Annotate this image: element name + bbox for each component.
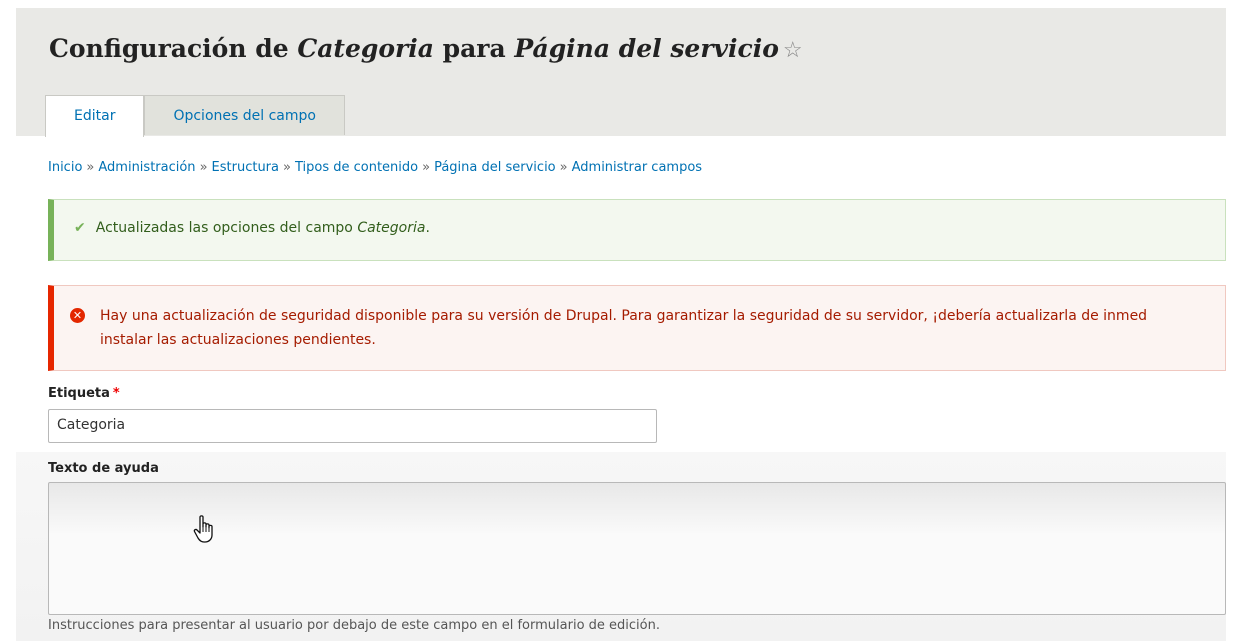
breadcrumb-separator: » [86,160,95,175]
breadcrumb-separator: » [559,160,568,175]
status-message-suffix: . [425,220,430,236]
primary-tabs: Editar Opciones del campo [45,95,345,137]
texto-de-ayuda-label: Texto de ayuda [48,461,159,476]
breadcrumb-link-administracion[interactable]: Administración [98,160,195,175]
etiqueta-input[interactable]: Categoria [48,409,657,443]
error-message: ✕ Hay una actualización de seguridad dis… [48,285,1226,371]
title-content-type: Página del servicio [514,34,779,63]
title-connector: para [433,34,515,63]
title-prefix: Configuración de [49,34,298,63]
etiqueta-label: Etiqueta * [48,386,120,401]
title-field-name: Categoria [297,34,434,63]
breadcrumb-link-tipos-de-contenido[interactable]: Tipos de contenido [295,160,418,175]
hand-pointer-cursor-icon [193,515,213,543]
required-marker: * [112,386,120,401]
breadcrumb-link-inicio[interactable]: Inicio [48,160,82,175]
status-message: ✔ Actualizadas las opciones del campo Cat… [48,199,1226,261]
star-outline-icon[interactable]: ☆ [783,38,803,63]
tab-editar[interactable]: Editar [45,95,145,137]
breadcrumb-link-pagina-del-servicio[interactable]: Página del servicio [434,160,556,175]
breadcrumb-link-estructura[interactable]: Estructura [212,160,279,175]
breadcrumb-separator: » [283,160,291,175]
breadcrumb-link-administrar-campos[interactable]: Administrar campos [572,160,702,175]
page-header: Configuración de Categoria para Página d… [16,8,1226,137]
error-message-line-1: Hay una actualización de seguridad dispo… [100,308,1148,324]
error-message-line-2: instalar las actualizaciones pendientes. [100,332,376,348]
breadcrumb: Inicio» Administración» Estructura» Tipos d… [48,160,702,175]
page-title: Configuración de Categoria para Página d… [49,34,803,63]
breadcrumb-separator: » [199,160,208,175]
tab-opciones-del-campo[interactable]: Opciones del campo [144,95,345,135]
status-message-row: ✔ Actualizadas las opciones del campo Cat… [74,220,430,236]
error-message-text: Hay una actualización de seguridad dispo… [100,304,1147,352]
etiqueta-label-text: Etiqueta [48,386,110,401]
error-icon: ✕ [70,308,85,323]
status-message-field: Categoria [357,220,426,236]
checkmark-icon: ✔ [74,220,86,236]
breadcrumb-separator: » [422,160,431,175]
help-text-description: Instrucciones para presentar al usuario … [48,618,660,633]
status-message-prefix: Actualizadas las opciones del campo [95,220,358,236]
texto-de-ayuda-textarea[interactable] [48,482,1226,615]
